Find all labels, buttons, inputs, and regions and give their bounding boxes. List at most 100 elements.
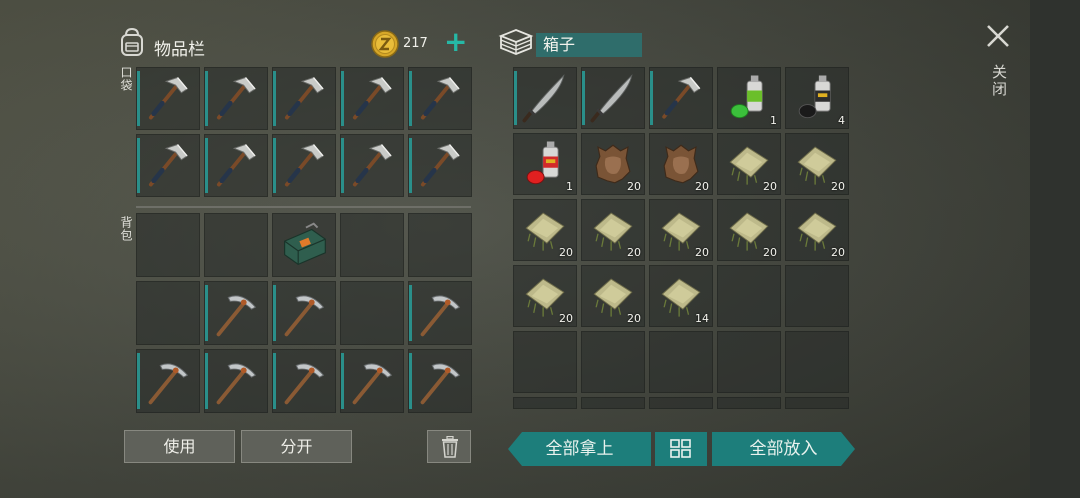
hatchet-icon	[420, 76, 460, 120]
backpack-slot[interactable]	[408, 213, 472, 277]
chest-slot[interactable]: 4	[785, 67, 849, 129]
pocket-slot[interactable]	[272, 134, 336, 197]
pocket-slot[interactable]	[136, 134, 200, 197]
close-label[interactable]: 关闭	[989, 64, 1010, 98]
chest-slot[interactable]: 20	[717, 133, 781, 195]
chest-slot[interactable]: 20	[513, 199, 577, 261]
add-coins-button[interactable]: +	[444, 28, 467, 56]
item-quantity: 20	[627, 312, 641, 325]
chest-slot[interactable]: 20	[581, 265, 645, 327]
backpack-icon	[121, 27, 143, 56]
chest-slot[interactable]	[513, 67, 577, 129]
backpack-slot[interactable]	[408, 281, 472, 345]
pickaxe-icon	[352, 363, 393, 405]
hatchet-icon	[284, 143, 324, 187]
hatchet-icon	[352, 76, 392, 120]
coin-count: 217	[403, 36, 428, 51]
pocket-slot[interactable]	[136, 67, 200, 130]
pickaxe-icon	[216, 295, 257, 337]
chest-slot[interactable]: 20	[649, 199, 713, 261]
backpack-slot[interactable]	[340, 349, 404, 413]
hatchet-icon	[284, 76, 324, 120]
backpack-slot[interactable]	[136, 281, 200, 345]
put-all-button[interactable]: 全部放入	[712, 432, 855, 466]
machete-icon	[590, 74, 633, 123]
chest-slot[interactable]	[785, 397, 849, 409]
grid-sort-icon	[670, 439, 691, 458]
chest-slot[interactable]	[581, 67, 645, 129]
backpack-slot[interactable]	[136, 213, 200, 277]
backpack-slot[interactable]	[408, 349, 472, 413]
hatchet-icon	[420, 143, 460, 187]
chest-slot[interactable]: 1	[717, 67, 781, 129]
chest-slot[interactable]	[649, 67, 713, 129]
pocket-slot[interactable]	[340, 67, 404, 130]
item-quantity: 20	[831, 246, 845, 259]
item-quantity: 20	[695, 246, 709, 259]
pocket-slot[interactable]	[408, 67, 472, 130]
item-quantity: 20	[559, 312, 573, 325]
chest-slot[interactable]: 20	[513, 265, 577, 327]
backpack-slot[interactable]	[272, 349, 336, 413]
pocket-grid	[136, 67, 472, 197]
item-quantity: 1	[770, 114, 777, 127]
chest-slot[interactable]: 20	[785, 133, 849, 195]
take-all-button[interactable]: 全部拿上	[508, 432, 651, 466]
pickaxe-icon	[420, 295, 461, 337]
right-edge-panel	[1030, 0, 1080, 498]
split-button[interactable]: 分开	[241, 430, 352, 463]
backpack-slot[interactable]	[272, 213, 336, 277]
chest-icon	[498, 29, 534, 55]
chest-slot[interactable]	[581, 397, 645, 409]
item-quantity: 20	[695, 180, 709, 193]
section-divider	[136, 206, 471, 208]
item-quantity: 20	[763, 246, 777, 259]
pocket-slot[interactable]	[408, 134, 472, 197]
chest-slot[interactable]	[717, 397, 781, 409]
chest-title: 箱子	[536, 33, 642, 57]
backpack-slot[interactable]	[272, 281, 336, 345]
chest-slot[interactable]	[785, 265, 849, 327]
close-icon[interactable]	[986, 24, 1010, 48]
backpack-slot[interactable]	[204, 213, 268, 277]
backpack-slot[interactable]	[340, 281, 404, 345]
chest-slot[interactable]: 20	[785, 199, 849, 261]
sort-button[interactable]	[655, 432, 707, 466]
chest-slot[interactable]: 14	[649, 265, 713, 327]
chest-slot[interactable]	[513, 397, 577, 409]
pocket-slot[interactable]	[272, 67, 336, 130]
chest-slot[interactable]	[649, 331, 713, 393]
chest-slot[interactable]	[513, 331, 577, 393]
backpack-label: 背包	[119, 216, 133, 242]
chest-slot[interactable]: 20	[581, 199, 645, 261]
trash-button[interactable]	[427, 430, 471, 463]
chest-slot[interactable]: 20	[581, 133, 645, 195]
chest-grid: 1 4 1 20 20 20 20 20 20 20 20 20 20 20 1…	[513, 67, 849, 411]
use-button[interactable]: 使用	[124, 430, 235, 463]
chest-slot[interactable]: 20	[717, 199, 781, 261]
chest-slot[interactable]: 1	[513, 133, 577, 195]
item-quantity: 20	[627, 180, 641, 193]
pocket-slot[interactable]	[204, 134, 268, 197]
chest-slot[interactable]	[717, 265, 781, 327]
pickaxe-icon	[148, 363, 189, 405]
backpack-slot[interactable]	[204, 281, 268, 345]
chest-slot[interactable]	[717, 331, 781, 393]
item-quantity: 20	[831, 180, 845, 193]
chest-slot[interactable]	[581, 331, 645, 393]
backpack-slot[interactable]	[340, 213, 404, 277]
item-quantity: 1	[566, 180, 573, 193]
backpack-slot[interactable]	[204, 349, 268, 413]
chest-slot[interactable]	[649, 397, 713, 409]
hatchet-icon	[148, 143, 188, 187]
item-quantity: 4	[838, 114, 845, 127]
coin-icon	[371, 30, 399, 58]
chest-slot[interactable]: 20	[649, 133, 713, 195]
hatchet-icon	[216, 76, 256, 120]
chest-slot[interactable]	[785, 331, 849, 393]
hatchet-icon	[352, 143, 392, 187]
pickaxe-icon	[284, 363, 325, 405]
pocket-slot[interactable]	[340, 134, 404, 197]
pocket-slot[interactable]	[204, 67, 268, 130]
backpack-slot[interactable]	[136, 349, 200, 413]
